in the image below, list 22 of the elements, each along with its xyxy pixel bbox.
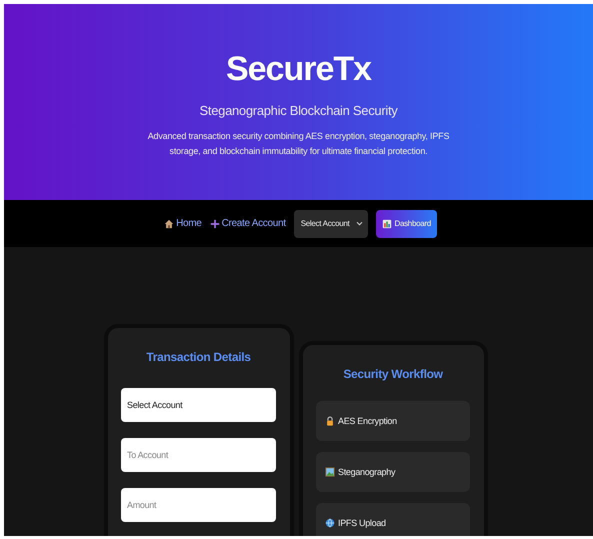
workflow-step: AES Encryption bbox=[316, 401, 470, 441]
nav-link[interactable]: Home bbox=[164, 218, 202, 229]
caret-icon bbox=[356, 221, 364, 226]
workflow-step: IPFS Upload bbox=[316, 503, 470, 536]
nav-link[interactable]: Create Account bbox=[210, 218, 286, 229]
globe-icon bbox=[325, 518, 335, 528]
input-field[interactable]: To Account bbox=[121, 438, 276, 472]
app-description: Advanced transaction security combining AES encryption, steganography, IPFS storage, and blockchain immutability for ultimate financial protection. bbox=[146, 130, 450, 158]
home-icon bbox=[164, 218, 174, 228]
picture-icon bbox=[325, 467, 335, 477]
card-title: Security Workflow bbox=[343, 367, 443, 381]
dashboard-button[interactable]: Dashboard bbox=[376, 210, 437, 238]
account-select[interactable]: Select Account bbox=[121, 388, 276, 422]
chart-icon bbox=[382, 218, 392, 228]
card-title: Transaction Details bbox=[146, 350, 251, 364]
plus-icon bbox=[210, 218, 220, 228]
app-title: SecureTx bbox=[224, 50, 373, 89]
input-field[interactable]: Amount bbox=[121, 488, 276, 522]
account-dropdown[interactable]: Select Account bbox=[294, 210, 368, 238]
lock-icon bbox=[325, 416, 335, 426]
app-subtitle: Steganographic Blockchain Security bbox=[198, 103, 399, 118]
workflow-step: Steganography bbox=[316, 452, 470, 492]
